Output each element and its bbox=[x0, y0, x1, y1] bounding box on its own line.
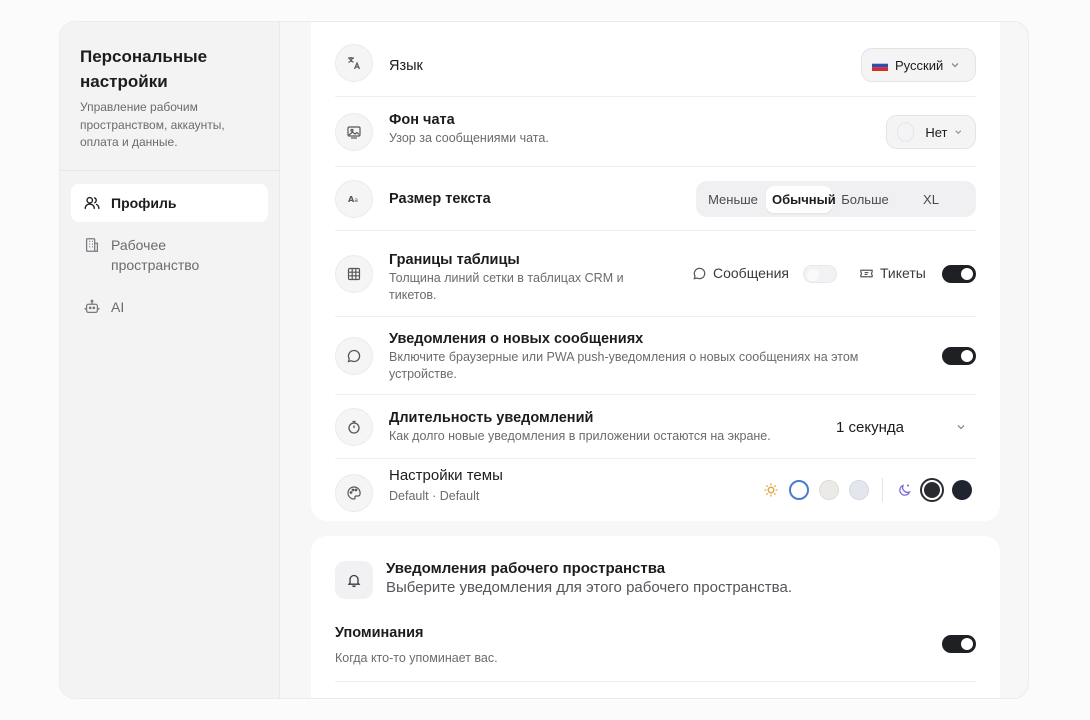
svg-text:a: a bbox=[354, 197, 358, 204]
flag-russia-icon bbox=[872, 59, 888, 71]
mentions-title: Упоминания bbox=[335, 625, 424, 641]
ticket-icon bbox=[860, 269, 873, 277]
notification-duration-select[interactable]: 1 секунда bbox=[836, 415, 976, 439]
workspace-notifications-desc: Выберите уведомления для этого рабочего … bbox=[386, 579, 792, 596]
row-icon bbox=[335, 474, 373, 512]
table-borders-desc: Толщина линий сетки в таблицах CRM и тик… bbox=[389, 271, 624, 302]
sidebar-item-ai[interactable]: AI bbox=[71, 288, 268, 326]
messages-label: Сообщения bbox=[713, 265, 789, 281]
preview-circle bbox=[897, 122, 915, 142]
grid-icon bbox=[347, 267, 361, 281]
workspace-notifications-card: Уведомления рабочего пространства Выбери… bbox=[311, 536, 1000, 698]
sun-icon bbox=[764, 483, 778, 497]
chevron-down-icon bbox=[951, 63, 959, 68]
chat-bubble-icon bbox=[347, 349, 361, 363]
building-icon bbox=[85, 237, 99, 252]
moon-icon bbox=[899, 484, 911, 496]
sidebar-item-label: Рабочее пространство bbox=[111, 236, 200, 273]
chat-background-row: Фон чата Узор за сообщениями чата. Нет bbox=[335, 97, 976, 167]
sidebar-item-workspace[interactable]: Рабочее пространство bbox=[71, 226, 268, 284]
toggle-knob bbox=[961, 350, 973, 362]
sidebar-nav: Профиль Рабочее пространство AI bbox=[60, 171, 279, 343]
chevron-down-icon bbox=[957, 425, 965, 430]
table-borders-row: Границы таблицы Толщина линий сетки в та… bbox=[335, 231, 976, 317]
notification-duration-row: Длительность уведомлений Как долго новые… bbox=[335, 395, 976, 459]
chat-background-value: Нет bbox=[925, 124, 948, 140]
row-icon: Aa bbox=[335, 180, 373, 218]
theme-swatch-light-1[interactable] bbox=[789, 480, 809, 500]
theme-settings-row: Настройки темы Default · Default bbox=[335, 459, 976, 521]
text-size-segmented: Меньше Обычный Больше XL bbox=[696, 181, 976, 217]
tickets-option: Тикеты bbox=[859, 265, 926, 281]
toggle-knob bbox=[961, 638, 973, 650]
theme-swatch-dark-2[interactable] bbox=[952, 480, 972, 500]
sidebar-subtitle: Управление рабочим пространством, аккаун… bbox=[80, 100, 225, 149]
language-value: Русский bbox=[895, 57, 944, 73]
sidebar-item-profile[interactable]: Профиль bbox=[71, 183, 268, 222]
language-select[interactable]: Русский bbox=[861, 48, 976, 82]
chat-bubble-icon bbox=[693, 267, 706, 279]
theme-swatch-dark-1[interactable] bbox=[922, 480, 942, 500]
image-icon bbox=[347, 126, 361, 139]
workspace-notifications-title: Уведомления рабочего пространства bbox=[386, 560, 666, 577]
toggle-knob bbox=[807, 269, 819, 281]
notification-duration-value: 1 секунда bbox=[836, 418, 904, 436]
preferences-card: Язык Русский Фон чата Узор за сообщениям… bbox=[311, 22, 1000, 521]
sidebar: Персональные настройки Управление рабочи… bbox=[60, 22, 280, 698]
text-size-title: Размер текста bbox=[389, 191, 491, 207]
theme-settings-title: Настройки темы bbox=[389, 467, 503, 484]
chat-background-desc: Узор за сообщениями чата. bbox=[389, 131, 549, 145]
language-title: Язык bbox=[389, 58, 423, 74]
users-icon bbox=[84, 196, 100, 209]
main-content: Язык Русский Фон чата Узор за сообщениям… bbox=[281, 22, 1028, 698]
sidebar-item-label: AI bbox=[111, 298, 125, 315]
toggle-knob bbox=[961, 268, 973, 280]
text-size-row: Aa Размер текста Меньше Обычный Больше X… bbox=[335, 167, 976, 231]
table-borders-title: Границы таблицы bbox=[389, 252, 520, 268]
mentions-desc: Когда кто-то упоминает вас. bbox=[335, 651, 498, 665]
chat-background-title: Фон чата bbox=[389, 112, 455, 128]
stopwatch-icon bbox=[348, 420, 360, 434]
language-row: Язык Русский bbox=[335, 22, 976, 97]
chat-background-select[interactable]: Нет bbox=[886, 115, 976, 149]
mentions-row: Упоминания Когда кто-то упоминает вас. bbox=[335, 618, 976, 682]
workspace-bell-badge bbox=[335, 561, 373, 599]
row-icon bbox=[335, 113, 373, 151]
text-size-icon: Aa bbox=[348, 195, 358, 204]
mentions-toggle[interactable] bbox=[942, 635, 976, 653]
notification-duration-desc: Как долго новые уведомления в приложении… bbox=[389, 429, 771, 443]
row-icon bbox=[335, 255, 373, 293]
sidebar-title: Персональные настройки bbox=[80, 47, 208, 91]
sidebar-item-label: Профиль bbox=[111, 194, 177, 211]
theme-divider bbox=[882, 478, 883, 502]
new-message-notifications-desc: Включите браузерные или PWA push-уведомл… bbox=[389, 350, 859, 381]
messages-borders-toggle[interactable] bbox=[803, 265, 837, 283]
bell-icon bbox=[347, 574, 361, 588]
new-message-notifications-row: Уведомления о новых сообщениях Включите … bbox=[335, 317, 976, 395]
new-message-notifications-toggle[interactable] bbox=[942, 347, 976, 365]
text-size-option-xl[interactable]: XL bbox=[898, 186, 964, 213]
notification-duration-title: Длительность уведомлений bbox=[389, 410, 594, 426]
text-size-option-normal[interactable]: Обычный bbox=[766, 185, 836, 213]
settings-window: Персональные настройки Управление рабочи… bbox=[59, 21, 1029, 699]
theme-settings-desc: Default · Default bbox=[389, 489, 480, 503]
palette-icon bbox=[347, 486, 361, 500]
row-icon bbox=[335, 44, 373, 82]
robot-icon bbox=[84, 299, 100, 313]
tickets-borders-toggle[interactable] bbox=[942, 265, 976, 283]
chevron-down-icon bbox=[955, 130, 962, 135]
tickets-label: Тикеты bbox=[880, 265, 926, 281]
new-message-notifications-title: Уведомления о новых сообщениях bbox=[389, 331, 644, 347]
theme-swatch-light-2[interactable] bbox=[819, 480, 839, 500]
translate-icon bbox=[348, 57, 361, 70]
sidebar-header: Персональные настройки Управление рабочи… bbox=[60, 22, 279, 171]
row-icon bbox=[335, 337, 373, 375]
text-size-option-smaller[interactable]: Меньше bbox=[700, 186, 766, 213]
text-size-option-larger[interactable]: Больше bbox=[832, 186, 898, 213]
theme-swatch-light-3[interactable] bbox=[849, 480, 869, 500]
row-icon bbox=[335, 408, 373, 446]
messages-option: Сообщения bbox=[692, 265, 789, 281]
